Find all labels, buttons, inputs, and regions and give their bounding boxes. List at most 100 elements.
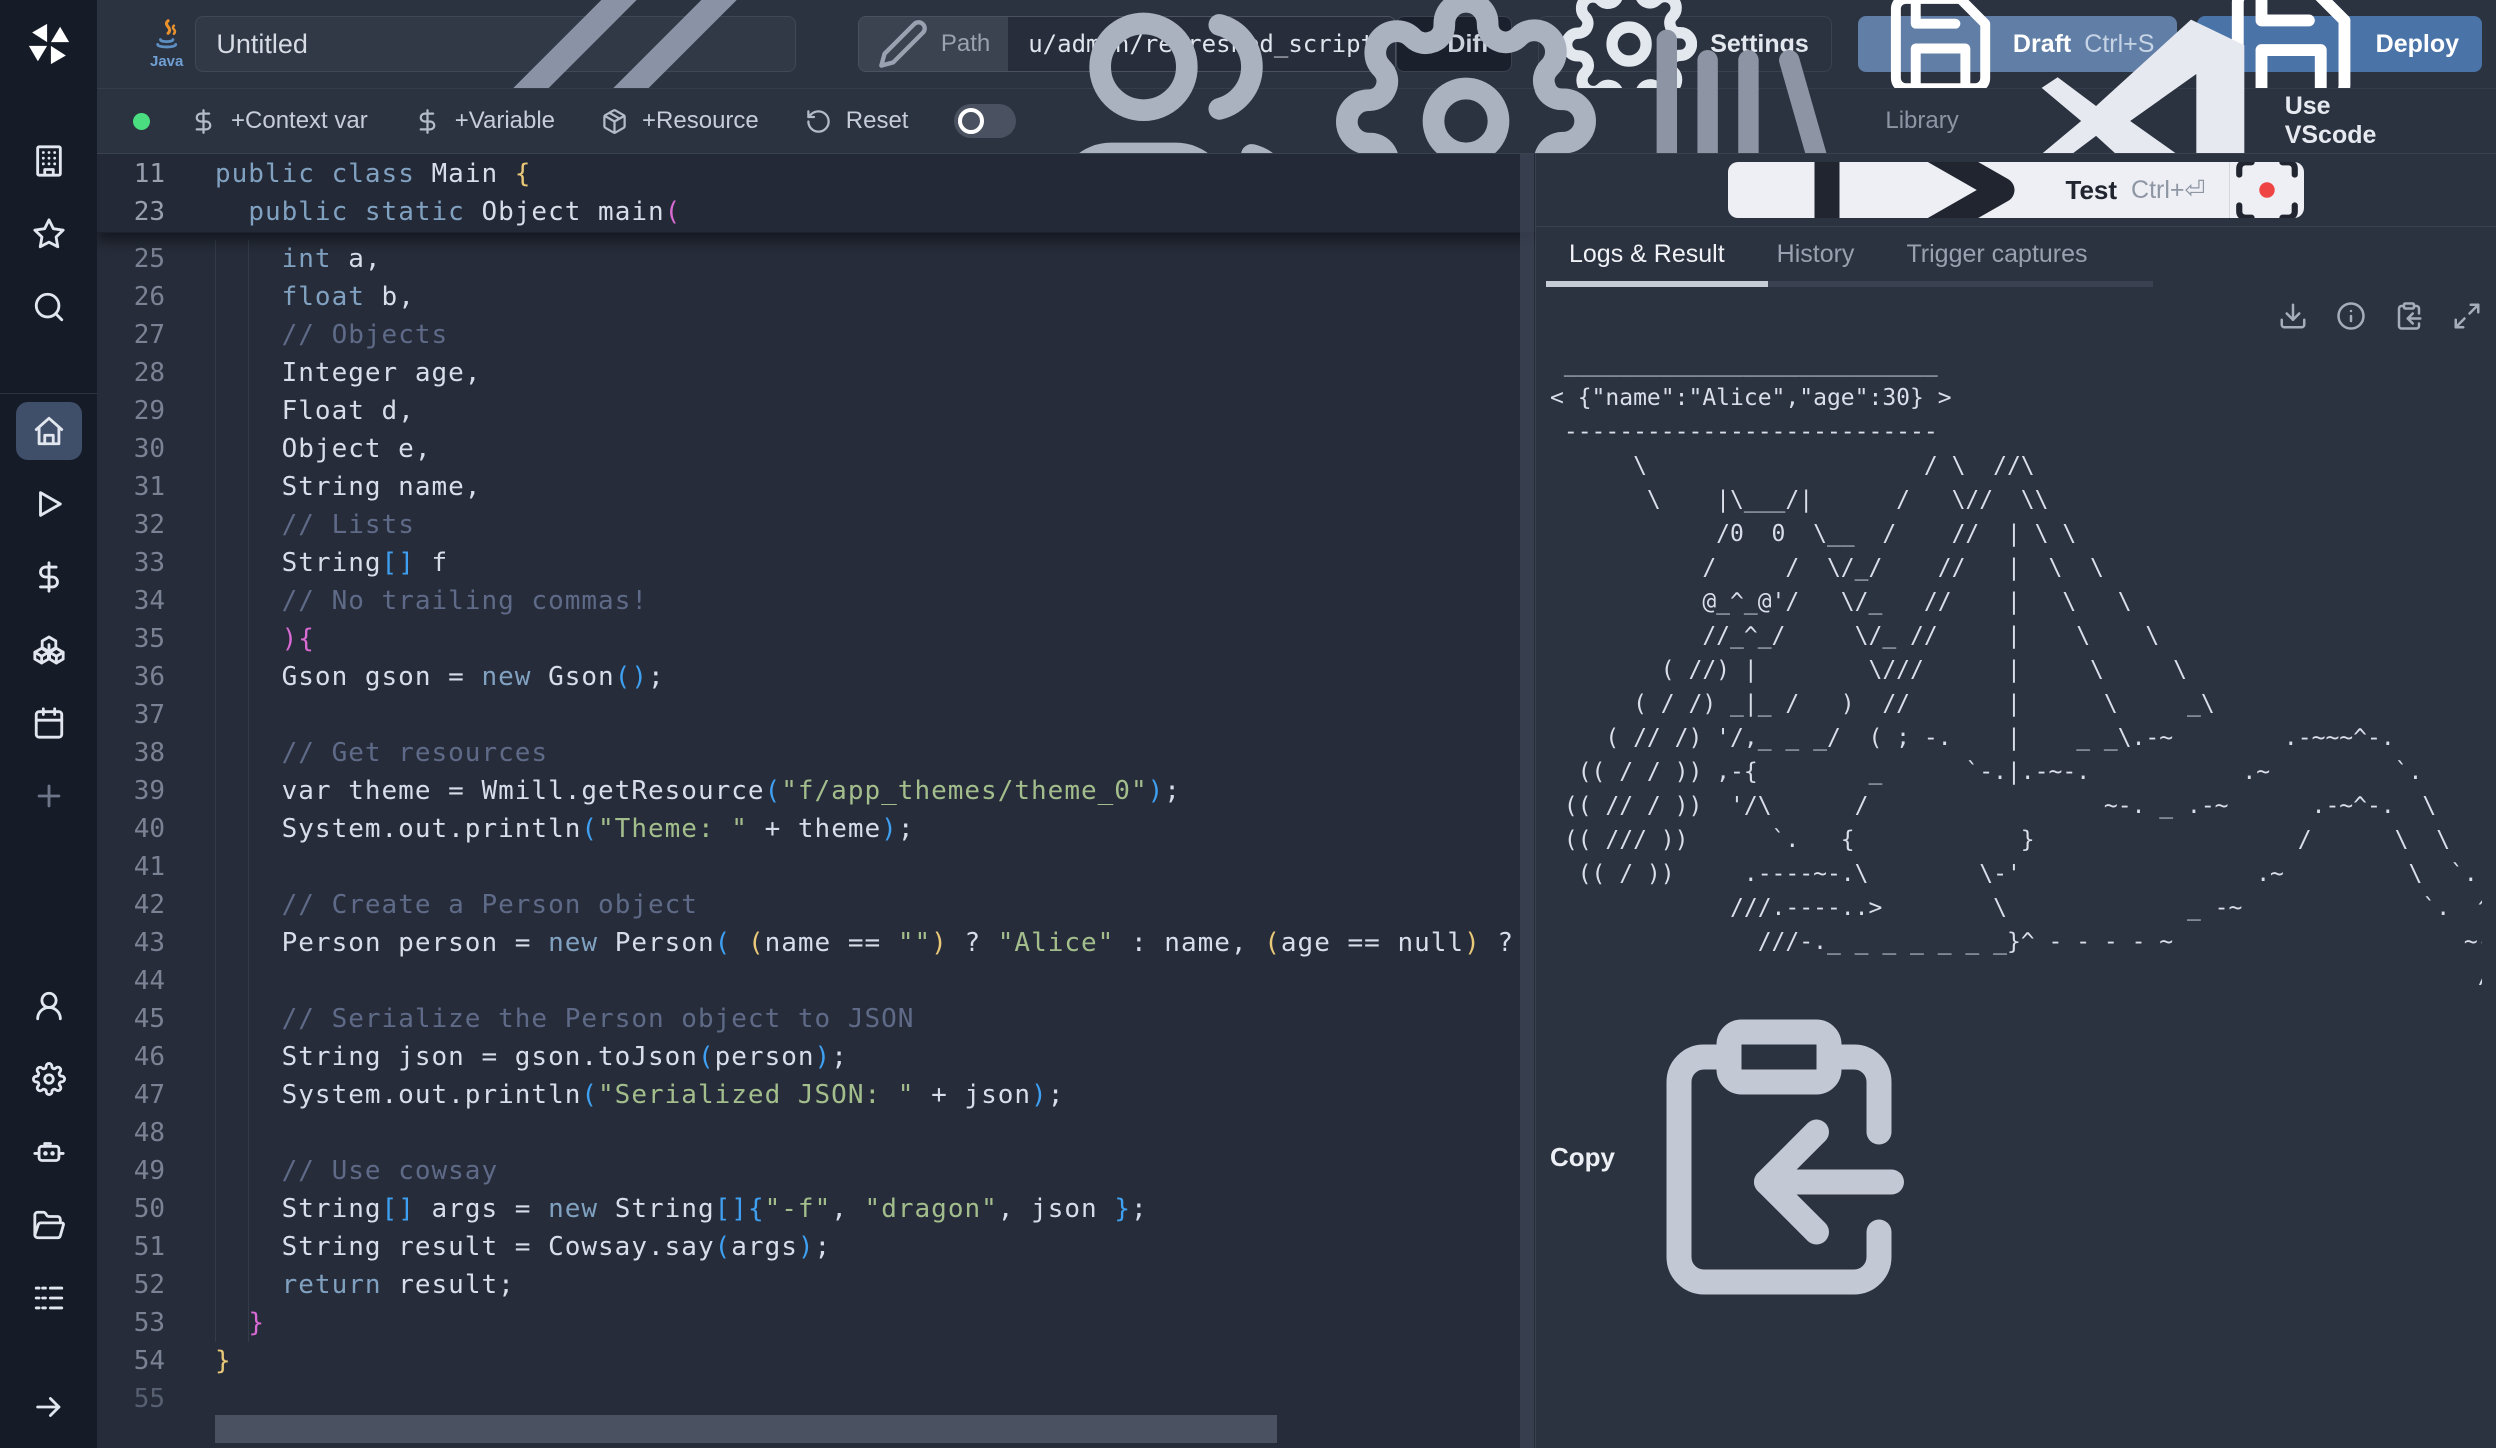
script-name-input[interactable]: Untitled	[195, 16, 796, 72]
toolbar-buttons: +Context var +Variable +Resource Reset	[190, 107, 954, 135]
code-line[interactable]: 27 // Objects	[97, 316, 1535, 354]
line-content: // Create a Person object	[165, 890, 698, 920]
toolbar-button--resource[interactable]: +Resource	[601, 107, 759, 135]
code-line[interactable]: 43 Person person = new Person( (name == …	[97, 924, 1535, 962]
sidebar-item-plus[interactable]	[0, 759, 97, 832]
code-line[interactable]: 54}	[97, 1342, 1535, 1380]
tab-underline-track	[1546, 281, 2153, 287]
line-content: String result = Cowsay.say(args);	[165, 1232, 831, 1262]
expand-button[interactable]	[2452, 301, 2482, 331]
line-number: 36	[97, 662, 165, 692]
code-line[interactable]: 26 float b,	[97, 278, 1535, 316]
logs-result-body: ___________________________ < {"name":"A…	[1536, 287, 2496, 1448]
script-name-value: Untitled	[216, 29, 475, 60]
tab-trigger-captures[interactable]: Trigger captures	[1906, 240, 2087, 269]
code-line[interactable]: 31 String name,	[97, 468, 1535, 506]
line-number: 33	[97, 548, 165, 578]
download-button[interactable]	[2278, 301, 2308, 331]
sidebar-item-dollar[interactable]	[0, 540, 97, 613]
sidebar-item-building[interactable]	[0, 124, 97, 197]
code-line[interactable]: 36 Gson gson = new Gson();	[97, 658, 1535, 696]
code-line[interactable]: 50 String[] args = new String[]{"-f", "d…	[97, 1190, 1535, 1228]
code-line[interactable]: 35 ){	[97, 620, 1535, 658]
code-line[interactable]: 44	[97, 962, 1535, 1000]
toolbar-button-reset[interactable]: Reset	[805, 107, 909, 135]
code-line[interactable]: 39 var theme = Wmill.getResource("f/app_…	[97, 772, 1535, 810]
line-content: // Use cowsay	[165, 1156, 498, 1186]
sidebar-item-search[interactable]	[0, 270, 97, 343]
sidebar-item-list[interactable]	[0, 1261, 97, 1334]
line-content: // Objects	[165, 320, 448, 350]
sidebar-item-home[interactable]	[0, 394, 97, 467]
clipboard-button[interactable]	[2394, 301, 2424, 331]
code-line[interactable]: 47 System.out.println("Serialized JSON: …	[97, 1076, 1535, 1114]
code-line[interactable]: 41	[97, 848, 1535, 886]
code-editor[interactable]: 25 int a,26 float b,27 // Objects28 Inte…	[97, 154, 1535, 1448]
scan-icon	[2230, 162, 2304, 218]
copy-button[interactable]: Copy	[1550, 1007, 2482, 1307]
script-output: ___________________________ < {"name":"A…	[1550, 347, 2482, 993]
code-line[interactable]: 46 String json = gson.toJson(person);	[97, 1038, 1535, 1076]
code-line[interactable]: 38 // Get resources	[97, 734, 1535, 772]
toolbar-button--variable[interactable]: +Variable	[414, 107, 555, 135]
code-line[interactable]: 32 // Lists	[97, 506, 1535, 544]
code-line[interactable]: 42 // Create a Person object	[97, 886, 1535, 924]
code-line[interactable]: 55	[97, 1380, 1535, 1418]
code-line[interactable]: 11public class Main {	[97, 155, 1535, 193]
code-line[interactable]: 49 // Use cowsay	[97, 1152, 1535, 1190]
toolbar-button--context-var[interactable]: +Context var	[190, 107, 368, 135]
line-content: System.out.println("Serialized JSON: " +…	[165, 1080, 1064, 1110]
content-split: 25 int a,26 float b,27 // Objects28 Inte…	[97, 153, 2496, 1448]
line-number: 42	[97, 890, 165, 920]
tab-history[interactable]: History	[1777, 240, 1855, 269]
code-line[interactable]: 23 public static Object main(	[97, 193, 1535, 231]
line-content: // No trailing commas!	[165, 586, 648, 616]
sidebar-item-play[interactable]	[0, 467, 97, 540]
line-content: // Lists	[165, 510, 415, 540]
code-line[interactable]: 34 // No trailing commas!	[97, 582, 1535, 620]
sidebar-item-bot[interactable]	[0, 1115, 97, 1188]
code-line[interactable]: 48	[97, 1114, 1535, 1152]
line-number: 35	[97, 624, 165, 654]
test-button[interactable]: Test Ctrl+⏎	[1728, 162, 2230, 218]
vscode-label: Use VScode	[2285, 92, 2408, 150]
line-content: // Serialize the Person object to JSON	[165, 1004, 914, 1034]
sidebar-item-boxes[interactable]	[0, 613, 97, 686]
tab-logs---result[interactable]: Logs & Result	[1569, 240, 1725, 269]
gear-icon	[32, 1062, 66, 1096]
info-button[interactable]	[2336, 301, 2366, 331]
sidebar-item-gear[interactable]	[0, 1042, 97, 1115]
bot-icon	[32, 1135, 66, 1169]
windmill-icon	[26, 21, 72, 67]
code-line[interactable]: 51 String result = Cowsay.say(args);	[97, 1228, 1535, 1266]
code-line[interactable]: 28 Integer age,	[97, 354, 1535, 392]
line-content: var theme = Wmill.getResource("f/app_the…	[165, 776, 1181, 806]
line-content: String json = gson.toJson(person);	[165, 1042, 848, 1072]
code-line[interactable]: 45 // Serialize the Person object to JSO…	[97, 1000, 1535, 1038]
sidebar-item-user[interactable]	[0, 969, 97, 1042]
sidebar-item-folder[interactable]	[0, 1188, 97, 1261]
code-line[interactable]: 37	[97, 696, 1535, 734]
code-line[interactable]: 52 return result;	[97, 1266, 1535, 1304]
line-number: 25	[97, 244, 165, 274]
main-area: Java Untitled Path u/admin/refreshed_scr…	[97, 0, 2496, 1448]
sidebar-item-calendar[interactable]	[0, 686, 97, 759]
dynamic-toggle[interactable]	[954, 104, 1016, 138]
line-number: 55	[97, 1384, 165, 1414]
line-number: 40	[97, 814, 165, 844]
capture-button[interactable]	[2230, 162, 2304, 218]
sidebar-item-arrow-right[interactable]	[0, 1370, 97, 1443]
line-content: public class Main {	[165, 159, 531, 189]
code-line[interactable]: 30 Object e,	[97, 430, 1535, 468]
code-line[interactable]: 29 Float d,	[97, 392, 1535, 430]
code-line[interactable]: 40 System.out.println("Theme: " + theme)…	[97, 810, 1535, 848]
code-line[interactable]: 33 String[] f	[97, 544, 1535, 582]
horizontal-scrollbar[interactable]	[215, 1415, 1277, 1443]
code-line[interactable]: 25 int a,	[97, 240, 1535, 278]
sticky-scroll: 11public class Main {23 public static Ob…	[97, 154, 1535, 233]
building-icon	[32, 144, 66, 178]
vertical-scrollbar[interactable]	[1520, 154, 1534, 1448]
sidebar-item-star[interactable]	[0, 197, 97, 270]
windmill-logo[interactable]	[0, 0, 97, 88]
code-line[interactable]: 53 }	[97, 1304, 1535, 1342]
